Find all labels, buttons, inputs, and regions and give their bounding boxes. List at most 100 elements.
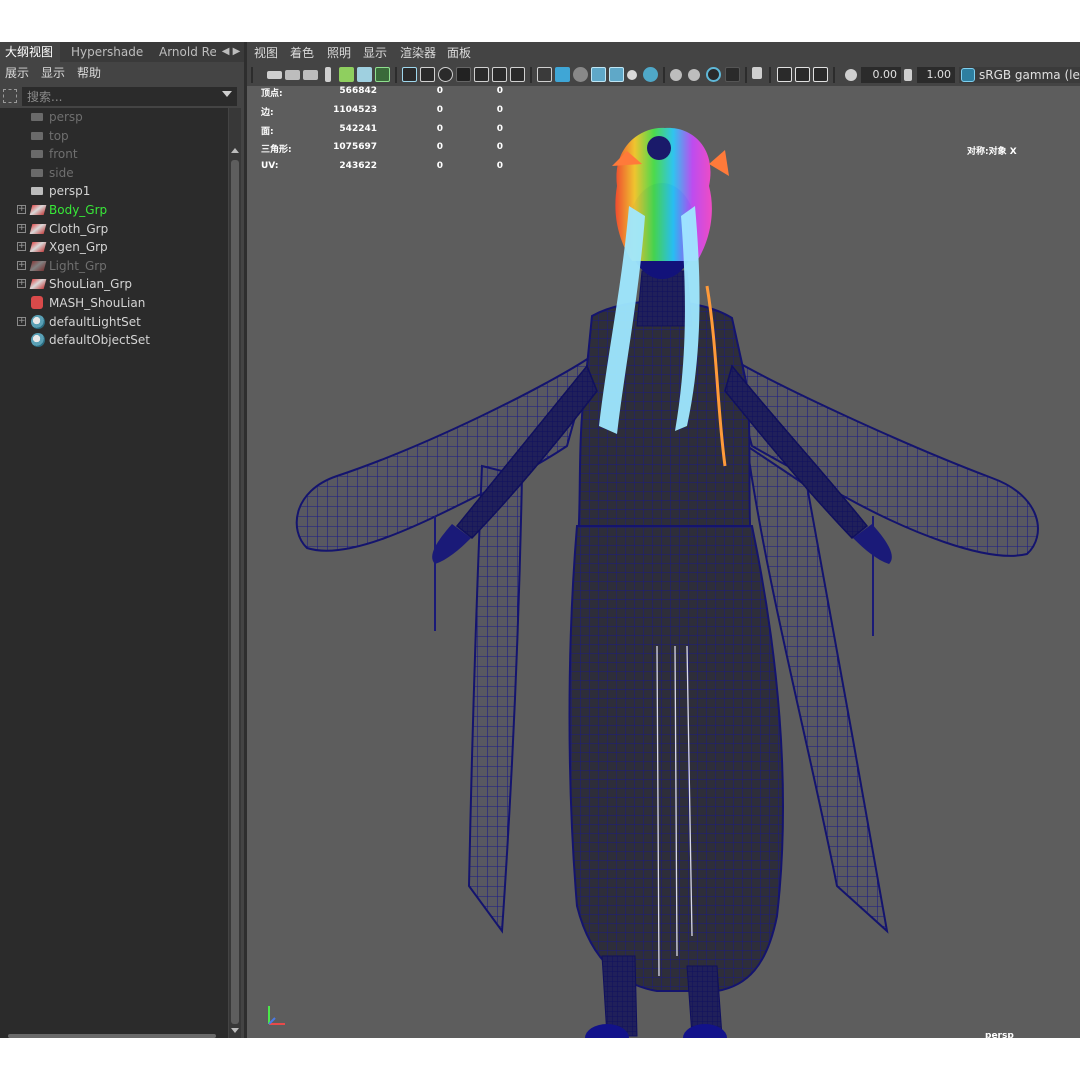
- toolbar-separator: [251, 67, 253, 83]
- outliner-item-persp1[interactable]: persp1: [0, 182, 228, 200]
- outliner-item-label: persp1: [49, 184, 91, 198]
- bookmark-icon[interactable]: [325, 67, 331, 82]
- tab-hypershade[interactable]: Hypershade: [66, 42, 150, 62]
- menu-renderer[interactable]: 渲染器: [400, 42, 436, 64]
- symmetry-label: 对称:对象 X: [967, 147, 1017, 157]
- grease-pencil-icon[interactable]: [339, 67, 354, 82]
- backface-culling-icon[interactable]: [813, 67, 828, 82]
- expand-icon[interactable]: +: [17, 242, 26, 251]
- outliner-item-default-light-set[interactable]: + defaultLightSet: [0, 313, 228, 331]
- outliner-item-xgen-grp[interactable]: + Xgen_Grp: [0, 238, 228, 256]
- wireframe-cube-icon[interactable]: [537, 67, 552, 82]
- gamma-icon[interactable]: [904, 69, 912, 81]
- menu-show[interactable]: 显示: [41, 62, 65, 84]
- gate-mask-icon[interactable]: [456, 67, 471, 82]
- expand-icon[interactable]: +: [17, 261, 26, 270]
- viewport-3d[interactable]: 顶点: 566842 0 0 边: 1104523 0 0 面: 542241 …: [247, 86, 1080, 1038]
- outliner-item-shoulian-grp[interactable]: + ShouLian_Grp: [0, 275, 228, 293]
- tab-outliner[interactable]: 大纲视图: [0, 42, 60, 62]
- outliner-horizontal-scrollbar[interactable]: [8, 1034, 216, 1038]
- outliner-tree: persp top front side persp1 + Body_Grp +…: [0, 108, 228, 1038]
- expand-icon[interactable]: +: [17, 317, 26, 326]
- pencil-active-icon[interactable]: [375, 67, 390, 82]
- scroll-up-icon[interactable]: [231, 148, 239, 153]
- group-icon: [29, 205, 47, 215]
- outliner-item-top[interactable]: top: [0, 127, 228, 145]
- set-icon: [31, 333, 45, 347]
- expand-icon[interactable]: +: [17, 279, 26, 288]
- menu-help[interactable]: 帮助: [77, 62, 101, 84]
- exposure-field[interactable]: 0.00: [861, 67, 901, 83]
- outliner-item-label: Body_Grp: [49, 203, 108, 217]
- outliner-item-side[interactable]: side: [0, 164, 228, 182]
- group-icon: [29, 224, 47, 234]
- safe-action-icon[interactable]: [492, 67, 507, 82]
- outliner-item-front[interactable]: front: [0, 145, 228, 163]
- xray-active-icon[interactable]: [795, 67, 810, 82]
- menu-display[interactable]: 展示: [5, 62, 29, 84]
- outliner-search-bar: [0, 86, 244, 108]
- camera-icon: [31, 169, 43, 177]
- chevron-down-icon[interactable]: [222, 91, 232, 97]
- menu-lighting[interactable]: 照明: [327, 42, 351, 64]
- isolate-select-icon[interactable]: [752, 67, 762, 79]
- lights-icon[interactable]: [627, 70, 637, 80]
- camera-icon: [31, 113, 43, 121]
- hud-row-uvs: UV: 243622 0 0: [261, 161, 503, 171]
- filter-icon[interactable]: [3, 89, 17, 103]
- outliner-item-cloth-grp[interactable]: + Cloth_Grp: [0, 220, 228, 238]
- hud-row-triangles: 三角形: 1075697 0 0: [261, 142, 503, 155]
- menu-show[interactable]: 显示: [363, 42, 387, 64]
- field-chart-icon[interactable]: [474, 67, 489, 82]
- menu-view[interactable]: 视图: [254, 42, 278, 64]
- motion-blur-icon[interactable]: [688, 69, 700, 81]
- scroll-down-icon[interactable]: [231, 1028, 239, 1033]
- move-pivot-icon[interactable]: [357, 67, 372, 82]
- anti-aliasing-icon[interactable]: [706, 67, 721, 82]
- camera-attributes-icon[interactable]: [285, 70, 300, 80]
- expand-icon[interactable]: +: [17, 205, 26, 214]
- xray-joints-icon[interactable]: [777, 67, 792, 82]
- outliner-menu-bar: 展示 显示 帮助: [0, 62, 244, 84]
- camera-select-icon[interactable]: [267, 71, 282, 79]
- scrollbar-thumb[interactable]: [231, 160, 239, 1024]
- menu-panels[interactable]: 面板: [447, 42, 471, 64]
- outliner-item-persp[interactable]: persp: [0, 108, 228, 126]
- grid-icon[interactable]: [402, 67, 417, 82]
- depth-of-field-icon[interactable]: [725, 67, 740, 82]
- xray-icon[interactable]: [609, 67, 624, 82]
- film-gate-icon[interactable]: [420, 67, 435, 82]
- menu-shading[interactable]: 着色: [290, 42, 314, 64]
- shadows-icon[interactable]: [643, 67, 658, 82]
- outliner-item-light-grp[interactable]: + Light_Grp: [0, 257, 228, 275]
- search-input[interactable]: [22, 87, 237, 106]
- exposure-icon[interactable]: [845, 69, 857, 81]
- outliner-item-label: Light_Grp: [49, 259, 107, 273]
- tab-scroll-arrows-icon[interactable]: ◀ ▶: [218, 42, 244, 62]
- toolbar-separator: [530, 67, 532, 83]
- smooth-shade-icon[interactable]: [555, 67, 570, 82]
- hud-row-vertices: 顶点: 566842 0 0: [261, 86, 503, 99]
- poly-count-hud: 顶点: 566842 0 0 边: 1104523 0 0 面: 542241 …: [261, 86, 503, 176]
- camera-icon: [31, 150, 43, 158]
- hud-row-edges: 边: 1104523 0 0: [261, 105, 503, 118]
- ambient-occlusion-icon[interactable]: [670, 69, 682, 81]
- tab-arnold-render[interactable]: Arnold Re: [154, 42, 216, 62]
- outliner-item-body-grp[interactable]: + Body_Grp: [0, 201, 228, 219]
- default-material-icon[interactable]: [573, 67, 588, 82]
- color-space-selector[interactable]: sRGB gamma (legacy): [959, 67, 1080, 83]
- wireframe-on-shaded-icon[interactable]: [591, 67, 606, 82]
- outliner-item-label: Cloth_Grp: [49, 222, 109, 236]
- outliner-item-default-object-set[interactable]: defaultObjectSet: [0, 331, 228, 349]
- group-icon: [29, 242, 47, 252]
- outliner-panel: 大纲视图 Hypershade Arnold Re ◀ ▶ 展示 显示 帮助 p…: [0, 42, 244, 1038]
- expand-icon[interactable]: +: [17, 224, 26, 233]
- outliner-scrollbar[interactable]: [229, 108, 241, 1038]
- gamma-field[interactable]: 1.00: [917, 67, 955, 83]
- viewport-menu-bar: 视图 着色 照明 显示 渲染器 面板: [247, 42, 1080, 64]
- outliner-item-mash-shoulian[interactable]: MASH_ShouLian: [0, 294, 228, 312]
- safe-title-icon[interactable]: [510, 67, 525, 82]
- maya-window: 大纲视图 Hypershade Arnold Re ◀ ▶ 展示 显示 帮助 p…: [0, 42, 1080, 1038]
- camera-bookmark-icon[interactable]: [303, 70, 318, 80]
- resolution-gate-icon[interactable]: [438, 67, 453, 82]
